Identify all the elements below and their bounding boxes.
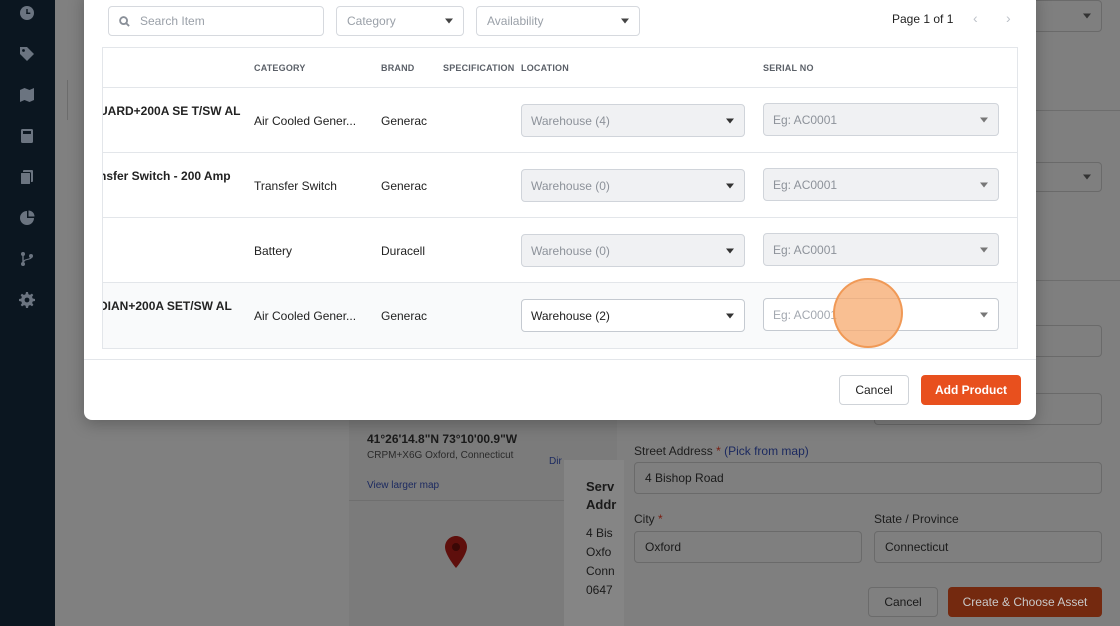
- availability-select[interactable]: Availability: [476, 6, 640, 36]
- chevron-down-icon: [980, 247, 988, 252]
- map-plus-code: CRPM+X6G Oxford, Connecticut: [367, 450, 514, 461]
- product-name: nsfer Switch - 200 Amp: [102, 169, 231, 183]
- location-value: Warehouse (0): [531, 243, 610, 258]
- search-icon: [119, 15, 130, 27]
- state-input[interactable]: Connecticut: [874, 531, 1102, 563]
- location-select[interactable]: Warehouse (4): [521, 104, 745, 137]
- serial-no-select[interactable]: Eg: AC0001: [763, 233, 999, 266]
- col-location: LOCATION: [521, 63, 569, 73]
- category-placeholder: Category: [347, 14, 396, 28]
- category-select[interactable]: Category: [336, 6, 464, 36]
- branch-icon[interactable]: [18, 250, 36, 268]
- city-input[interactable]: Oxford: [634, 531, 862, 563]
- street-address-label: Street Address * (Pick from map): [634, 444, 809, 458]
- add-product-modal: Search Item Category Availability Page 1…: [84, 0, 1036, 420]
- chevron-down-icon: [980, 182, 988, 187]
- serial-no-select[interactable]: Eg: AC0001: [763, 298, 999, 331]
- product-category: Air Cooled Gener...: [254, 114, 357, 128]
- cancel-button[interactable]: Cancel: [839, 375, 909, 405]
- product-brand: Generac: [381, 114, 428, 128]
- product-table: CATEGORY BRAND SPECIFICATION LOCATION SE…: [102, 47, 1018, 349]
- product-brand: Generac: [381, 309, 428, 323]
- table-row[interactable]: UARD+200A SE T/SW AL Air Cooled Gener... G…: [103, 88, 1017, 153]
- directions-link[interactable]: Dir: [549, 456, 562, 467]
- location-select[interactable]: Warehouse (2): [521, 299, 745, 332]
- app-sidebar: [0, 0, 55, 626]
- col-serial: SERIAL NO: [763, 63, 814, 73]
- service-address-title: Serv Addr: [586, 479, 617, 512]
- location-value: Warehouse (2): [531, 308, 610, 323]
- serial-no-select[interactable]: Eg: AC0001: [763, 168, 999, 201]
- location-select[interactable]: Warehouse (0): [521, 169, 745, 202]
- city-label: City *: [634, 512, 663, 526]
- street-address-input[interactable]: 4 Bishop Road: [634, 462, 1102, 494]
- clock-icon[interactable]: [18, 4, 36, 22]
- modal-toolbar: Search Item Category Availability Page 1…: [84, 0, 1036, 46]
- product-category: Battery: [254, 244, 293, 258]
- gear-icon[interactable]: [18, 291, 36, 309]
- service-address-lines: 4 Bis Oxfo Conn 0647: [586, 526, 615, 597]
- table-row[interactable]: nsfer Switch - 200 Amp Transfer Switch Gen…: [103, 153, 1017, 218]
- chevron-down-icon: [445, 18, 453, 24]
- chevron-down-icon: [726, 313, 734, 318]
- state-label: State / Province: [874, 512, 959, 526]
- documents-icon[interactable]: [18, 168, 36, 186]
- bg-select-mid: [1028, 162, 1102, 192]
- map-coordinates: 41°26'14.8"N 73°10'00.9"W: [367, 432, 518, 446]
- chevron-down-icon: [726, 248, 734, 253]
- chevron-down-icon: [726, 183, 734, 188]
- serial-placeholder: Eg: AC0001: [773, 112, 838, 127]
- table-header: CATEGORY BRAND SPECIFICATION LOCATION SE…: [103, 48, 1017, 88]
- chevron-down-icon: [726, 118, 734, 123]
- next-page-button[interactable]: ›: [1006, 10, 1011, 26]
- table-row[interactable]: DIAN+200A SET/SW AL Air Cooled Gener... Ge…: [103, 283, 1017, 348]
- col-category: CATEGORY: [254, 63, 306, 73]
- view-larger-map-link[interactable]: View larger map: [367, 480, 439, 491]
- map-pin-icon: [445, 536, 467, 568]
- create-choose-asset-button[interactable]: Create & Choose Asset: [948, 587, 1102, 617]
- product-category: Air Cooled Gener...: [254, 309, 357, 323]
- table-row[interactable]: Battery Duracell Warehouse (0) Eg: AC0001: [103, 218, 1017, 283]
- col-specification: SPECIFICATION: [443, 63, 515, 73]
- prev-page-button[interactable]: ‹: [973, 10, 978, 26]
- product-brand: Duracell: [381, 244, 426, 258]
- calculator-icon[interactable]: [18, 127, 36, 145]
- product-category: Transfer Switch: [254, 179, 337, 193]
- search-placeholder: Search Item: [140, 14, 205, 28]
- product-name: DIAN+200A SET/SW AL: [102, 299, 232, 313]
- tag-icon[interactable]: [18, 45, 36, 63]
- bg-select-top: [1028, 0, 1102, 32]
- serial-placeholder: Eg: AC0001: [773, 242, 838, 257]
- service-address-card: Serv Addr 4 Bis Oxfo Conn 0647: [564, 460, 624, 626]
- pagination-label: Page 1 of 1: [892, 12, 954, 26]
- chevron-down-icon: [621, 18, 629, 24]
- col-brand: BRAND: [381, 63, 415, 73]
- serial-placeholder: Eg: AC0001: [773, 307, 838, 322]
- pick-from-map-link[interactable]: (Pick from map): [724, 444, 809, 458]
- search-input[interactable]: Search Item: [108, 6, 324, 36]
- product-name: UARD+200A SE T/SW AL: [102, 104, 241, 118]
- location-value: Warehouse (0): [531, 178, 610, 193]
- serial-no-select[interactable]: Eg: AC0001: [763, 103, 999, 136]
- availability-placeholder: Availability: [487, 14, 544, 28]
- add-product-button[interactable]: Add Product: [921, 375, 1021, 405]
- chevron-down-icon: [980, 117, 988, 122]
- modal-footer-divider: [84, 359, 1036, 360]
- pie-chart-icon[interactable]: [18, 209, 36, 227]
- bg-cancel-button[interactable]: Cancel: [868, 587, 938, 617]
- product-brand: Generac: [381, 179, 428, 193]
- serial-placeholder: Eg: AC0001: [773, 177, 838, 192]
- chevron-down-icon: [980, 312, 988, 317]
- map-icon[interactable]: [18, 86, 36, 104]
- location-select[interactable]: Warehouse (0): [521, 234, 745, 267]
- location-value: Warehouse (4): [531, 113, 610, 128]
